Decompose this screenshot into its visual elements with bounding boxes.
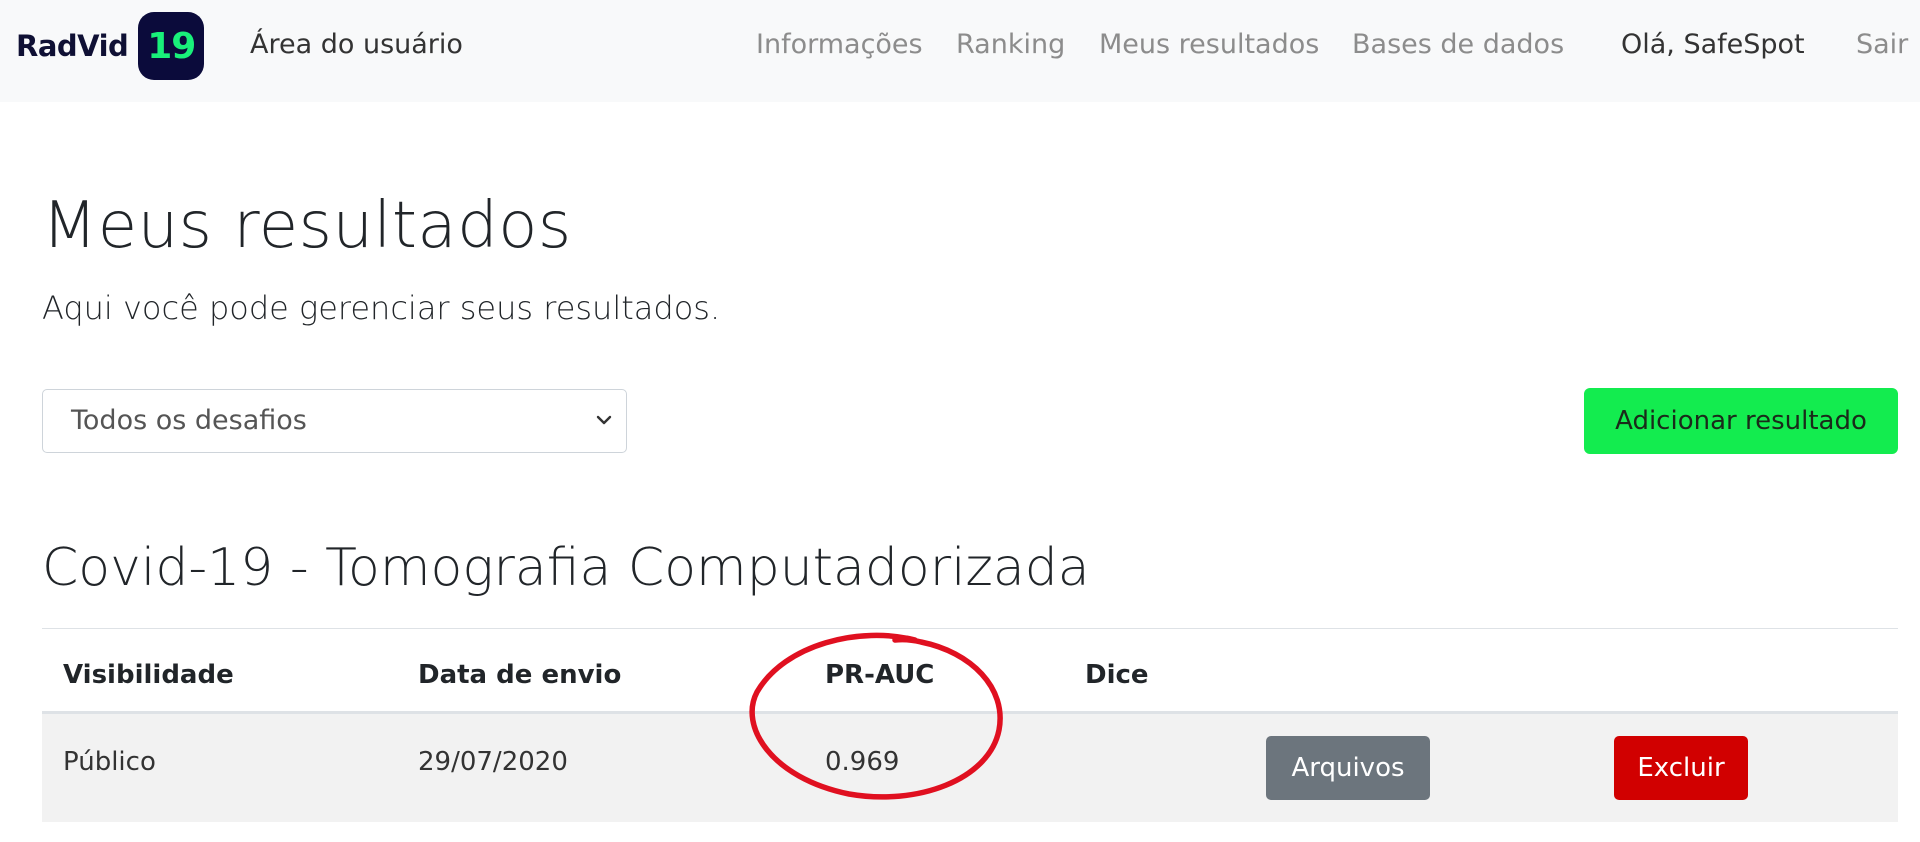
delete-button[interactable]: Excluir bbox=[1614, 736, 1748, 800]
section-title: Covid-19 - Tomografia Computadorizada bbox=[42, 538, 1090, 598]
nav-link-informacoes[interactable]: Informações bbox=[756, 26, 923, 64]
header-pr-auc: PR-AUC bbox=[825, 660, 935, 690]
header-dice: Dice bbox=[1085, 660, 1149, 690]
cell-pr-auc: 0.969 bbox=[825, 747, 900, 777]
nav-link-bases-de-dados[interactable]: Bases de dados bbox=[1352, 26, 1564, 64]
nav-link-ranking[interactable]: Ranking bbox=[956, 26, 1065, 64]
chevron-down-icon bbox=[596, 415, 612, 425]
challenge-filter-value: Todos os desafios bbox=[71, 405, 307, 436]
user-greeting: Olá, SafeSpot bbox=[1621, 29, 1805, 60]
header-visibilidade: Visibilidade bbox=[63, 660, 234, 690]
header-data-de-envio: Data de envio bbox=[418, 660, 622, 690]
table-row: Público 29/07/2020 0.969 Arquivos Exclui… bbox=[42, 714, 1898, 822]
top-navbar: RadVid 19 Área do usuário Informações Ra… bbox=[0, 0, 1920, 102]
results-table: Visibilidade Data de envio PR-AUC Dice P… bbox=[42, 628, 1898, 822]
files-button[interactable]: Arquivos bbox=[1266, 736, 1430, 800]
nav-links: Informações Ranking Meus resultados Base… bbox=[0, 26, 1920, 66]
table-header-row: Visibilidade Data de envio PR-AUC Dice bbox=[42, 628, 1898, 714]
page-title: Meus resultados bbox=[42, 189, 572, 263]
logout-link[interactable]: Sair bbox=[1856, 26, 1908, 64]
add-result-button[interactable]: Adicionar resultado bbox=[1584, 388, 1898, 454]
challenge-filter-select[interactable]: Todos os desafios bbox=[42, 389, 627, 453]
cell-visibility: Público bbox=[63, 747, 156, 777]
cell-date: 29/07/2020 bbox=[418, 747, 568, 777]
nav-link-meus-resultados[interactable]: Meus resultados bbox=[1099, 26, 1319, 64]
page-subtitle: Aqui você pode gerenciar seus resultados… bbox=[42, 289, 721, 327]
